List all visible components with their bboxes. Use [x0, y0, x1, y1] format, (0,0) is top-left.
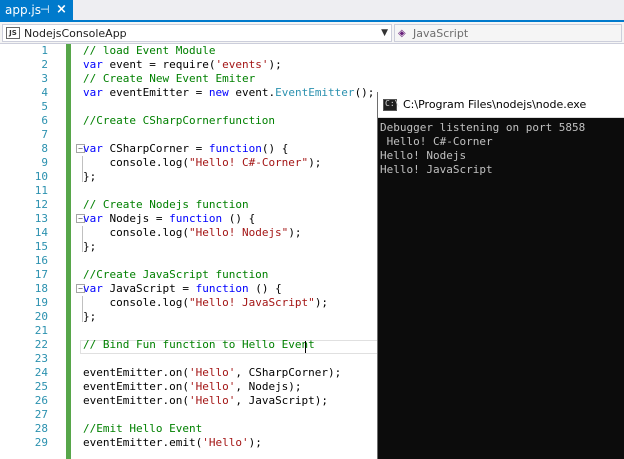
code-line: // Bind Fun function to Hello Event: [83, 338, 315, 351]
code-line: eventEmitter.emit('Hello');: [83, 436, 262, 449]
code-line: //Create CSharpCornerfunction: [83, 114, 276, 127]
code-line: var eventEmitter = new event.EventEmitte…: [83, 86, 375, 99]
line-number: 2: [41, 58, 48, 71]
console-output-line: Hello! C#-Corner: [380, 135, 493, 148]
language-dropdown[interactable]: ◈ JavaScript: [394, 24, 622, 42]
line-number: 14: [34, 226, 48, 239]
line-number: 17: [34, 268, 48, 281]
line-number: 20: [34, 310, 48, 323]
line-number: 7: [41, 128, 48, 141]
line-number: 8: [41, 142, 48, 155]
code-line: var CSharpCorner = function() {: [83, 142, 289, 155]
line-number: 10: [34, 170, 48, 183]
code-line: // load Event Module: [83, 44, 216, 57]
line-number: 15: [34, 240, 48, 253]
console-window[interactable]: C:\ C:\Program Files\nodejs\node.exe Deb…: [377, 92, 624, 459]
line-number: 13: [34, 212, 48, 225]
code-line: };: [83, 240, 97, 253]
project-name: NodejsConsoleApp: [24, 27, 127, 40]
console-output-line: Hello! JavaScript: [380, 163, 493, 176]
project-dropdown[interactable]: JS NodejsConsoleApp ▼: [2, 24, 392, 42]
tab-app-js[interactable]: app.js ⊣ ×: [0, 0, 73, 22]
code-line: var JavaScript = function () {: [83, 282, 282, 295]
navigation-bar: JS NodejsConsoleApp ▼ ◈ JavaScript: [0, 22, 624, 44]
code-line: //Emit Hello Event: [83, 422, 203, 435]
line-number: 25: [34, 380, 48, 393]
chevron-down-icon[interactable]: ▼: [381, 26, 388, 41]
text-caret: [305, 341, 306, 353]
line-number: 5: [41, 100, 48, 113]
line-number: 23: [34, 352, 48, 365]
code-line: //Create JavaScript function: [83, 268, 269, 281]
code-line: var event = require('events');: [83, 58, 282, 71]
line-number: 22: [34, 338, 48, 351]
code-line: var Nodejs = function () {: [83, 212, 256, 225]
line-number: 19: [34, 296, 48, 309]
code-line: console.log("Hello! C#-Corner");: [83, 156, 322, 169]
tab-label: app.js: [5, 3, 41, 17]
console-titlebar[interactable]: C:\ C:\Program Files\nodejs\node.exe: [378, 92, 624, 118]
console-title: C:\Program Files\nodejs\node.exe: [403, 98, 587, 111]
line-number: 6: [41, 114, 48, 127]
line-number: 24: [34, 366, 48, 379]
line-number: 9: [41, 156, 48, 169]
line-number: 28: [34, 422, 48, 435]
code-line: };: [83, 170, 97, 183]
pin-icon[interactable]: ⊣: [40, 3, 50, 17]
code-line: };: [83, 310, 97, 323]
line-number: 11: [34, 184, 48, 197]
code-line: eventEmitter.on('Hello', CSharpCorner);: [83, 366, 342, 379]
code-line: // Create New Event Emiter: [83, 72, 256, 85]
line-number: 4: [41, 86, 48, 99]
console-output-line: Debugger listening on port 5858: [380, 121, 586, 134]
line-number: 21: [34, 324, 48, 337]
close-icon[interactable]: ×: [56, 2, 67, 18]
javascript-file-icon: JS: [6, 27, 20, 39]
line-number: 3: [41, 72, 48, 85]
line-number: 12: [34, 198, 48, 211]
line-number: 1: [41, 44, 48, 57]
line-number: 27: [34, 408, 48, 421]
document-tab-strip: app.js ⊣ ×: [0, 0, 624, 22]
code-line: eventEmitter.on('Hello', JavaScript);: [83, 394, 329, 407]
code-line: eventEmitter.on('Hello', Nodejs);: [83, 380, 302, 393]
line-number-margin: 1 2 3 4 5 6 7 8 9 10 11 12 13 14 15 16 1…: [0, 44, 65, 459]
console-output-line: Hello! Nodejs: [380, 149, 467, 162]
line-number: 16: [34, 254, 48, 267]
change-tracking-bar: [66, 44, 71, 459]
code-line: console.log("Hello! JavaScript");: [83, 296, 329, 309]
line-number: 29: [34, 436, 48, 449]
code-line: console.log("Hello! Nodejs");: [83, 226, 302, 239]
line-number: 26: [34, 394, 48, 407]
code-line: // Create Nodejs function: [83, 198, 249, 211]
line-number: 18: [34, 282, 48, 295]
cube-icon: ◈: [398, 28, 406, 39]
terminal-icon: C:\: [383, 99, 399, 111]
language-name: JavaScript: [413, 27, 469, 40]
